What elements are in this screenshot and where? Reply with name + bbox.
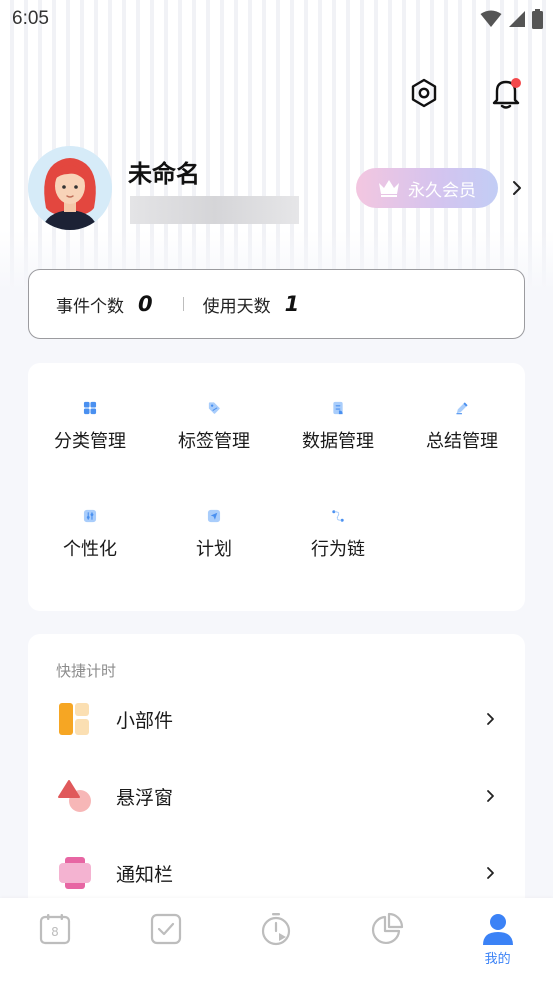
feature-label: 数据管理: [302, 431, 374, 452]
tab-timer[interactable]: [221, 898, 332, 983]
vip-label: 永久会员: [408, 180, 476, 201]
feature-summary-management[interactable]: 总结管理: [400, 363, 524, 453]
header-background: [0, 0, 553, 290]
tag-icon: [208, 402, 220, 414]
feature-label: 个性化: [63, 539, 117, 560]
feature-tag-management[interactable]: 标签管理: [152, 363, 276, 453]
user-icon: [482, 914, 513, 945]
wifi-icon: [480, 10, 502, 27]
quick-item-notification-bar[interactable]: 通知栏: [28, 843, 525, 903]
signal-icon: [509, 11, 525, 27]
feature-behavior-chain[interactable]: 行为链: [276, 471, 400, 561]
user-id-redacted: [130, 196, 299, 224]
feature-label: 行为链: [311, 539, 365, 560]
data-icon: [333, 401, 343, 415]
avatar[interactable]: [28, 146, 112, 230]
status-time: 6:05: [12, 8, 49, 29]
chevron-right-icon: [487, 713, 494, 725]
feature-personalization[interactable]: 个性化: [28, 471, 152, 561]
feature-grid: 分类管理 标签管理 数据管理 总结管理 个性化 计划 行为链: [28, 363, 525, 611]
quick-item-label: 悬浮窗: [116, 786, 174, 809]
status-icons: [480, 9, 543, 29]
chain-icon: [332, 510, 344, 522]
chevron-right-icon: [487, 867, 494, 879]
pen-icon: [456, 402, 468, 415]
quick-item-label: 通知栏: [116, 863, 174, 886]
stat-label-days: 使用天数: [202, 296, 271, 317]
category-grid-icon: [83, 401, 97, 415]
crown-icon: [379, 180, 399, 197]
avatar-illustration: [28, 146, 112, 230]
quick-timing-title: 快捷计时: [56, 662, 117, 680]
username: 未命名: [128, 160, 200, 188]
sliders-icon: [83, 509, 97, 523]
send-icon: [207, 509, 221, 523]
stats-card: 事件个数 0 使用天数 1: [28, 269, 525, 339]
quick-item-label: 小部件: [116, 709, 174, 732]
tab-label: 我的: [484, 952, 511, 967]
profile-section: 未命名 永久会员: [28, 146, 528, 236]
checkbox-icon: [150, 913, 181, 945]
status-bar: 6:05: [0, 0, 553, 38]
svg-text:8: 8: [51, 925, 59, 939]
tab-tasks[interactable]: [111, 898, 222, 983]
feature-label: 总结管理: [426, 431, 498, 452]
feature-label: 分类管理: [54, 431, 126, 452]
quick-item-floating-window[interactable]: 悬浮窗: [28, 766, 525, 826]
notification-button[interactable]: [487, 74, 525, 112]
stat-value-days: 1: [284, 292, 300, 316]
feature-data-management[interactable]: 数据管理: [276, 363, 400, 453]
quick-timing-card: 快捷计时 小部件 悬浮窗 通知栏: [28, 634, 525, 934]
hexagon-gear-icon: [411, 78, 437, 108]
notification-dot: [511, 78, 521, 88]
stat-value-events: 0: [138, 292, 153, 316]
bottom-tab-bar: 8 我的: [0, 898, 553, 983]
tab-calendar[interactable]: 8: [0, 898, 111, 983]
stat-label-events: 事件个数: [56, 296, 124, 317]
stat-divider: [182, 297, 184, 311]
feature-plan[interactable]: 计划: [152, 471, 276, 561]
feature-category-management[interactable]: 分类管理: [28, 363, 152, 453]
vip-badge[interactable]: 永久会员: [356, 168, 498, 208]
notification-bar-icon: [59, 857, 91, 889]
chevron-right-icon: [487, 790, 494, 802]
battery-icon: [532, 9, 543, 29]
header-actions: [405, 74, 525, 112]
feature-label: 计划: [196, 539, 232, 560]
tab-statistics[interactable]: [332, 898, 443, 983]
pie-chart-icon: [372, 912, 404, 944]
feature-label: 标签管理: [178, 431, 250, 452]
floating-window-icon: [58, 780, 91, 812]
tab-mine[interactable]: 我的: [442, 898, 553, 983]
timer-icon: [262, 913, 291, 946]
chevron-right-icon[interactable]: [512, 180, 522, 196]
settings-button[interactable]: [405, 74, 443, 112]
calendar-icon: 8: [40, 914, 71, 945]
widget-icon: [59, 703, 89, 735]
quick-item-widget[interactable]: 小部件: [28, 689, 525, 749]
